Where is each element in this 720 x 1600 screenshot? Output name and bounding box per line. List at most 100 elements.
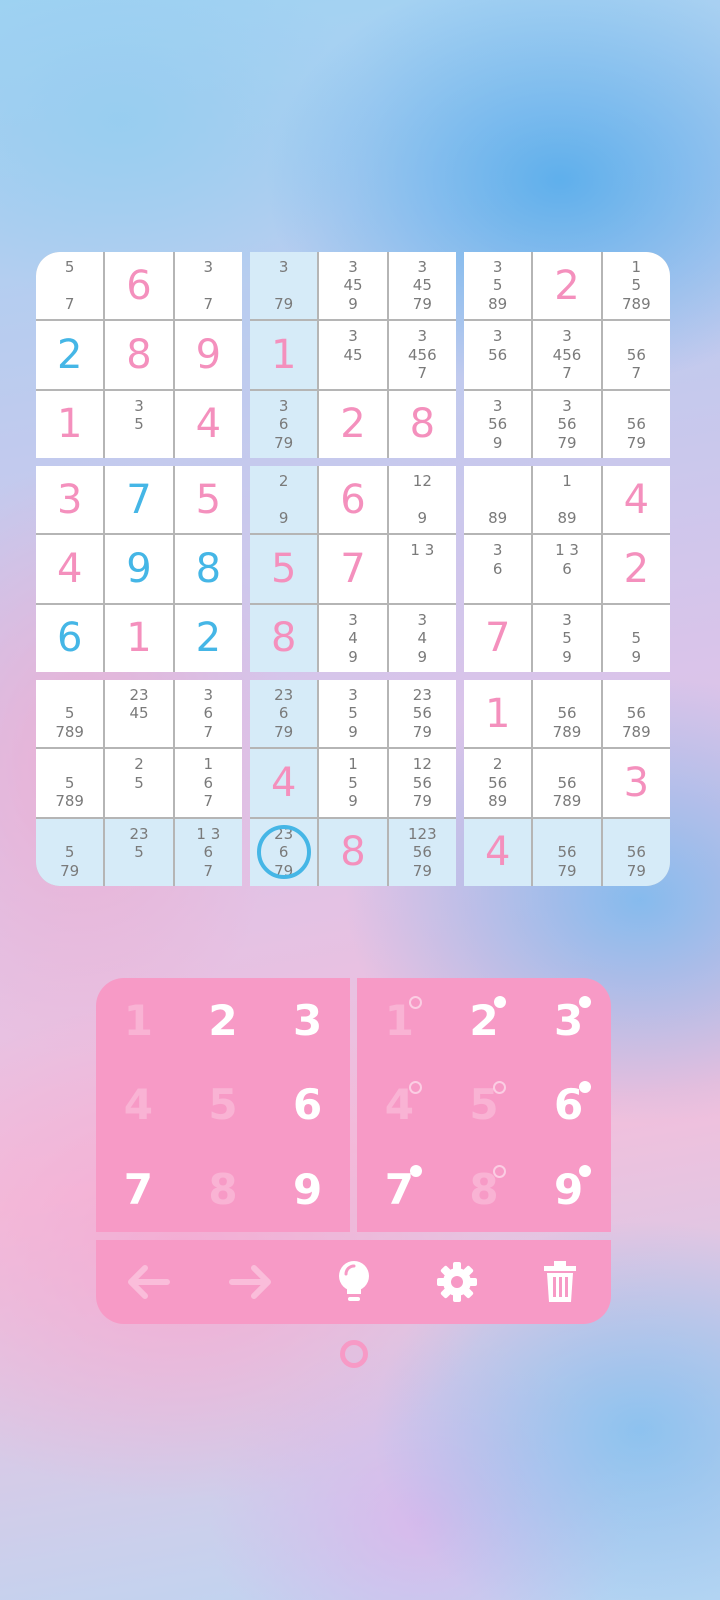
sudoku-cell[interactable]: 123 56 79: [388, 818, 456, 886]
sudoku-cell[interactable]: 56 789: [533, 749, 601, 817]
sudoku-cell[interactable]: 56 79: [602, 818, 670, 886]
sudoku-cell[interactable]: 1 5 789: [602, 252, 670, 320]
note-key-3[interactable]: 3: [526, 978, 611, 1063]
sudoku-cell[interactable]: 1 36: [533, 535, 601, 603]
sudoku-cell[interactable]: 12 56 79: [388, 749, 456, 817]
sudoku-cell[interactable]: 4: [602, 466, 670, 534]
sudoku-cell[interactable]: 2: [36, 321, 104, 389]
value-key-1[interactable]: 1: [96, 978, 181, 1063]
sudoku-cell[interactable]: 5 789: [36, 749, 104, 817]
sudoku-cell[interactable]: 9: [174, 321, 242, 389]
sudoku-cell[interactable]: 56 79: [533, 818, 601, 886]
sudoku-cell[interactable]: 1 3: [388, 535, 456, 603]
sudoku-cell[interactable]: 3 45: [319, 321, 387, 389]
sudoku-cell[interactable]: 56 7: [602, 321, 670, 389]
sudoku-cell[interactable]: 23 6 79: [250, 680, 318, 748]
sudoku-cell[interactable]: 8: [250, 604, 318, 672]
sudoku-cell[interactable]: 29: [250, 466, 318, 534]
sudoku-cell[interactable]: 8: [174, 535, 242, 603]
value-key-4[interactable]: 4: [96, 1063, 181, 1148]
sudoku-cell[interactable]: 8: [105, 321, 173, 389]
note-key-9[interactable]: 9: [526, 1147, 611, 1232]
sudoku-cell[interactable]: 6: [319, 466, 387, 534]
sudoku-cell[interactable]: 5 789: [36, 680, 104, 748]
sudoku-cell[interactable]: 23 45: [105, 680, 173, 748]
sudoku-cell[interactable]: 1: [36, 390, 104, 458]
value-key-8[interactable]: 8: [181, 1147, 266, 1232]
sudoku-cell[interactable]: 9: [105, 535, 173, 603]
sudoku-cell[interactable]: 57: [36, 252, 104, 320]
note-key-2[interactable]: 2: [442, 978, 527, 1063]
sudoku-cell[interactable]: 2: [319, 390, 387, 458]
sudoku-cell[interactable]: 3 45 9: [319, 252, 387, 320]
sudoku-cell[interactable]: 7: [464, 604, 532, 672]
sudoku-cell[interactable]: 1 367: [174, 818, 242, 886]
sudoku-cell[interactable]: 5 79: [36, 818, 104, 886]
delete-button[interactable]: [530, 1252, 590, 1312]
sudoku-cell[interactable]: 3 56 9: [464, 390, 532, 458]
sudoku-cell[interactable]: 56 789: [602, 680, 670, 748]
sudoku-cell[interactable]: 4: [250, 749, 318, 817]
sudoku-cell[interactable]: 3 79: [250, 252, 318, 320]
redo-button[interactable]: [221, 1252, 281, 1312]
sudoku-cell[interactable]: 3 6 79: [250, 390, 318, 458]
note-key-6[interactable]: 6: [526, 1063, 611, 1148]
sudoku-cell[interactable]: 35: [105, 390, 173, 458]
settings-button[interactable]: [427, 1252, 487, 1312]
sudoku-cell[interactable]: 36: [464, 535, 532, 603]
sudoku-cell[interactable]: 159: [319, 749, 387, 817]
sudoku-cell[interactable]: 2 56 89: [464, 749, 532, 817]
sudoku-cell[interactable]: 1: [464, 680, 532, 748]
sudoku-cell[interactable]: 89: [464, 466, 532, 534]
note-key-8[interactable]: 8: [442, 1147, 527, 1232]
sudoku-cell[interactable]: 3 5 89: [464, 252, 532, 320]
sudoku-cell[interactable]: 1: [250, 321, 318, 389]
undo-button[interactable]: [118, 1252, 178, 1312]
sudoku-cell[interactable]: 3 56: [464, 321, 532, 389]
value-key-2[interactable]: 2: [181, 978, 266, 1063]
note-key-4[interactable]: 4: [357, 1063, 442, 1148]
sudoku-cell[interactable]: 2: [174, 604, 242, 672]
value-key-7[interactable]: 7: [96, 1147, 181, 1232]
sudoku-cell[interactable]: 167: [174, 749, 242, 817]
sudoku-cell[interactable]: 3 456 7: [533, 321, 601, 389]
note-key-1[interactable]: 1: [357, 978, 442, 1063]
hint-button[interactable]: [324, 1252, 384, 1312]
value-key-5[interactable]: 5: [181, 1063, 266, 1148]
sudoku-cell[interactable]: 7: [319, 535, 387, 603]
drag-handle[interactable]: [340, 1340, 368, 1368]
value-key-6[interactable]: 6: [265, 1063, 350, 1148]
sudoku-cell[interactable]: 367: [174, 680, 242, 748]
sudoku-cell[interactable]: 4: [36, 535, 104, 603]
sudoku-cell[interactable]: 8: [388, 390, 456, 458]
sudoku-cell[interactable]: 23 6 79: [250, 818, 318, 886]
sudoku-cell[interactable]: 6: [105, 252, 173, 320]
sudoku-cell[interactable]: 8: [319, 818, 387, 886]
sudoku-cell[interactable]: 1: [105, 604, 173, 672]
value-key-9[interactable]: 9: [265, 1147, 350, 1232]
value-key-3[interactable]: 3: [265, 978, 350, 1063]
sudoku-cell[interactable]: 56 79: [602, 390, 670, 458]
sudoku-cell[interactable]: 23 56 79: [388, 680, 456, 748]
sudoku-cell[interactable]: 4: [464, 818, 532, 886]
note-key-5[interactable]: 5: [442, 1063, 527, 1148]
sudoku-cell[interactable]: 5: [174, 466, 242, 534]
sudoku-cell[interactable]: 56 789: [533, 680, 601, 748]
sudoku-cell[interactable]: 3 56 79: [533, 390, 601, 458]
sudoku-cell[interactable]: 6: [36, 604, 104, 672]
sudoku-cell[interactable]: 59: [602, 604, 670, 672]
sudoku-cell[interactable]: 2: [533, 252, 601, 320]
sudoku-cell[interactable]: 23 5: [105, 818, 173, 886]
sudoku-cell[interactable]: 7: [105, 466, 173, 534]
sudoku-cell[interactable]: 3: [36, 466, 104, 534]
sudoku-cell[interactable]: 3 45 79: [388, 252, 456, 320]
sudoku-cell[interactable]: 12 9: [388, 466, 456, 534]
sudoku-cell[interactable]: 349: [388, 604, 456, 672]
sudoku-cell[interactable]: 25: [105, 749, 173, 817]
sudoku-cell[interactable]: 359: [533, 604, 601, 672]
sudoku-cell[interactable]: 349: [319, 604, 387, 672]
sudoku-cell[interactable]: 4: [174, 390, 242, 458]
sudoku-cell[interactable]: 37: [174, 252, 242, 320]
sudoku-cell[interactable]: 5: [250, 535, 318, 603]
sudoku-cell[interactable]: 359: [319, 680, 387, 748]
